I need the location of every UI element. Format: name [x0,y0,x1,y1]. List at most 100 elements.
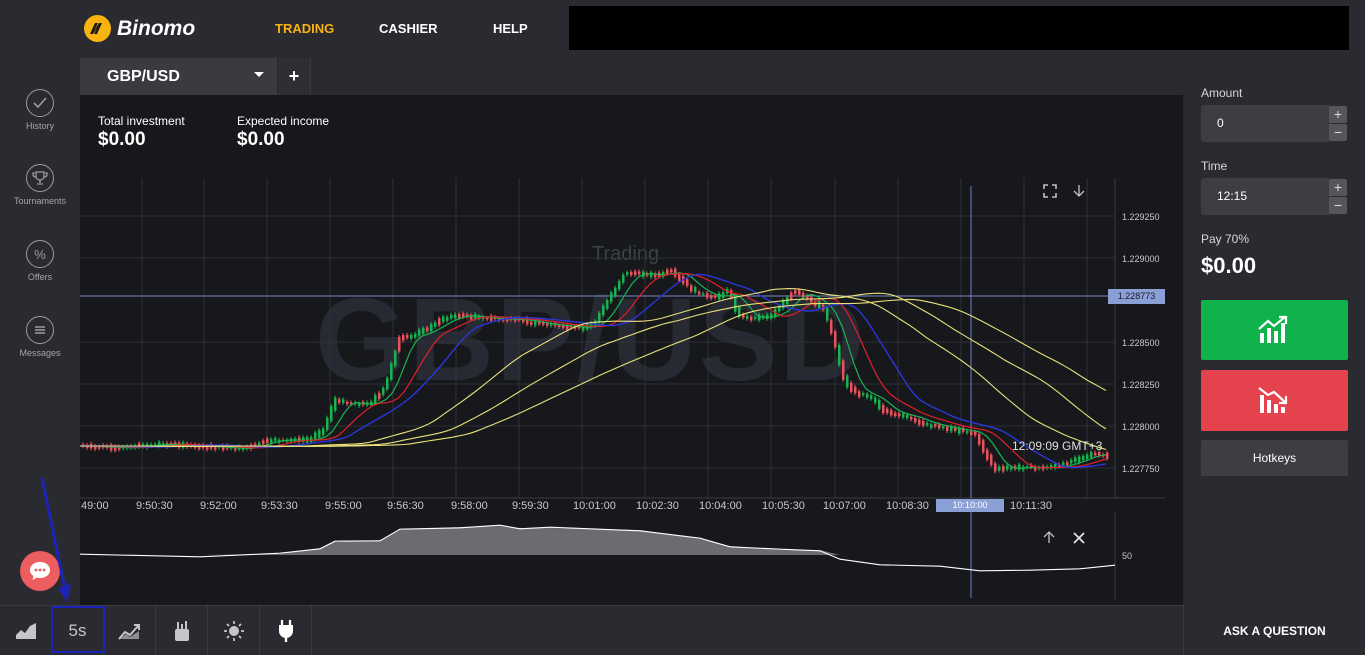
put-down-button[interactable] [1201,370,1348,431]
candle [1086,454,1089,460]
candle [990,454,993,466]
candle [626,272,629,275]
price-tick-label: 1.228500 [1122,338,1160,348]
candle [262,440,265,445]
check-circle-icon [26,89,54,117]
candle [722,292,725,298]
sidebar-item-label: Messages [19,348,61,358]
candle [1082,456,1085,461]
indicators-icon[interactable] [104,606,156,655]
add-asset-button[interactable]: + [278,58,311,95]
candle [1018,464,1021,470]
candle [390,363,393,380]
candle [394,351,397,366]
indicator-panel[interactable]: 50 [80,512,1165,600]
arrow-up-icon[interactable] [1043,530,1055,548]
candle [986,449,989,460]
fullscreen-icon[interactable] [1043,184,1057,202]
price-chart[interactable]: 1.229250 1.229000 1.228500 1.228250 1.228000… [80,178,1165,513]
percent-icon: % [26,240,54,268]
trade-panel: Amount 0 + − Time 12:15 + − Pay 70% $0.0… [1183,58,1365,605]
theme-sun-icon[interactable] [208,606,260,655]
time-tick-label: 10:04:00 [699,500,742,512]
total-investment: Total investment $0.00 [98,114,185,151]
chevron-down-icon[interactable] [254,72,264,77]
candle [358,403,361,406]
annotation-highlight-box [51,606,105,653]
chart-type-area-icon[interactable] [0,606,52,655]
candle [402,335,405,341]
nav-help[interactable]: HELP [493,21,528,36]
candle [334,397,337,411]
ask-question-button[interactable]: ASK A QUESTION [1183,605,1365,655]
messages-icon [26,316,54,344]
call-up-button[interactable] [1201,300,1348,360]
nav-cashier[interactable]: CASHIER [379,21,438,36]
annotation-arrow [40,477,71,602]
candle [890,410,893,416]
plug-icon[interactable] [260,606,312,655]
candle [838,344,841,366]
nav-trading[interactable]: TRADING [275,21,334,36]
close-icon[interactable] [1073,531,1085,548]
candle [326,417,329,430]
candle [598,312,601,323]
candle [546,323,549,326]
candle [758,314,761,321]
sidebar-item-offers[interactable]: % Offers [0,240,80,282]
sidebar-item-tournaments[interactable]: Tournaments [0,164,80,206]
candle [602,305,605,315]
candle [1078,456,1081,463]
drawing-tools-icon[interactable] [156,606,208,655]
brand-logo[interactable]: Binomo [84,15,195,42]
candle [998,466,1001,471]
candle [854,386,857,394]
time-tick-label: 10:01:00 [573,500,616,512]
candle [386,377,389,390]
candle [946,426,949,432]
candle [706,293,709,298]
time-decrease-button[interactable]: − [1329,197,1347,214]
sidebar-item-messages[interactable]: Messages [0,316,80,358]
ma-line-yellow [80,292,1107,447]
candle [486,318,489,320]
candle [886,408,889,414]
time-field[interactable]: 12:15 [1201,178,1331,215]
ma-line-yellow [80,298,1107,447]
candle [214,446,217,450]
hotkeys-button[interactable]: Hotkeys [1201,440,1348,476]
candle [610,292,613,302]
candle [826,307,829,321]
candle [1070,459,1073,464]
price-tick-label: 1.229000 [1122,254,1160,264]
arrow-down-icon[interactable] [1073,184,1085,202]
sidebar-item-history[interactable]: History [0,89,80,131]
candle [530,321,533,325]
trend-down-icon [1258,387,1288,413]
amount-label: Amount [1201,86,1243,100]
amount-field[interactable]: 0 [1201,105,1331,142]
candle [266,438,269,444]
candle [374,394,377,404]
candle [338,399,341,403]
candle [846,375,849,388]
candle [770,313,773,319]
amount-increase-button[interactable]: + [1329,106,1347,123]
tab-gbp-usd[interactable]: GBP/USD [80,58,277,95]
payout-label: Pay 70% [1201,232,1250,246]
candle [902,413,905,418]
candle [418,329,421,336]
candle [622,274,625,283]
ma-line-green [80,272,1107,469]
server-time: 12:09:09 GMT+3 [1012,439,1103,453]
time-tick-label: 9:59:30 [512,500,549,512]
candle [258,442,261,446]
amount-decrease-button[interactable]: − [1329,124,1347,141]
brand-name: Binomo [117,16,196,40]
time-increase-button[interactable]: + [1329,179,1347,196]
time-tick-label: 9:52:00 [200,500,237,512]
candle [894,412,897,417]
candle [1010,467,1013,470]
candle [330,406,333,422]
candle [606,300,609,309]
